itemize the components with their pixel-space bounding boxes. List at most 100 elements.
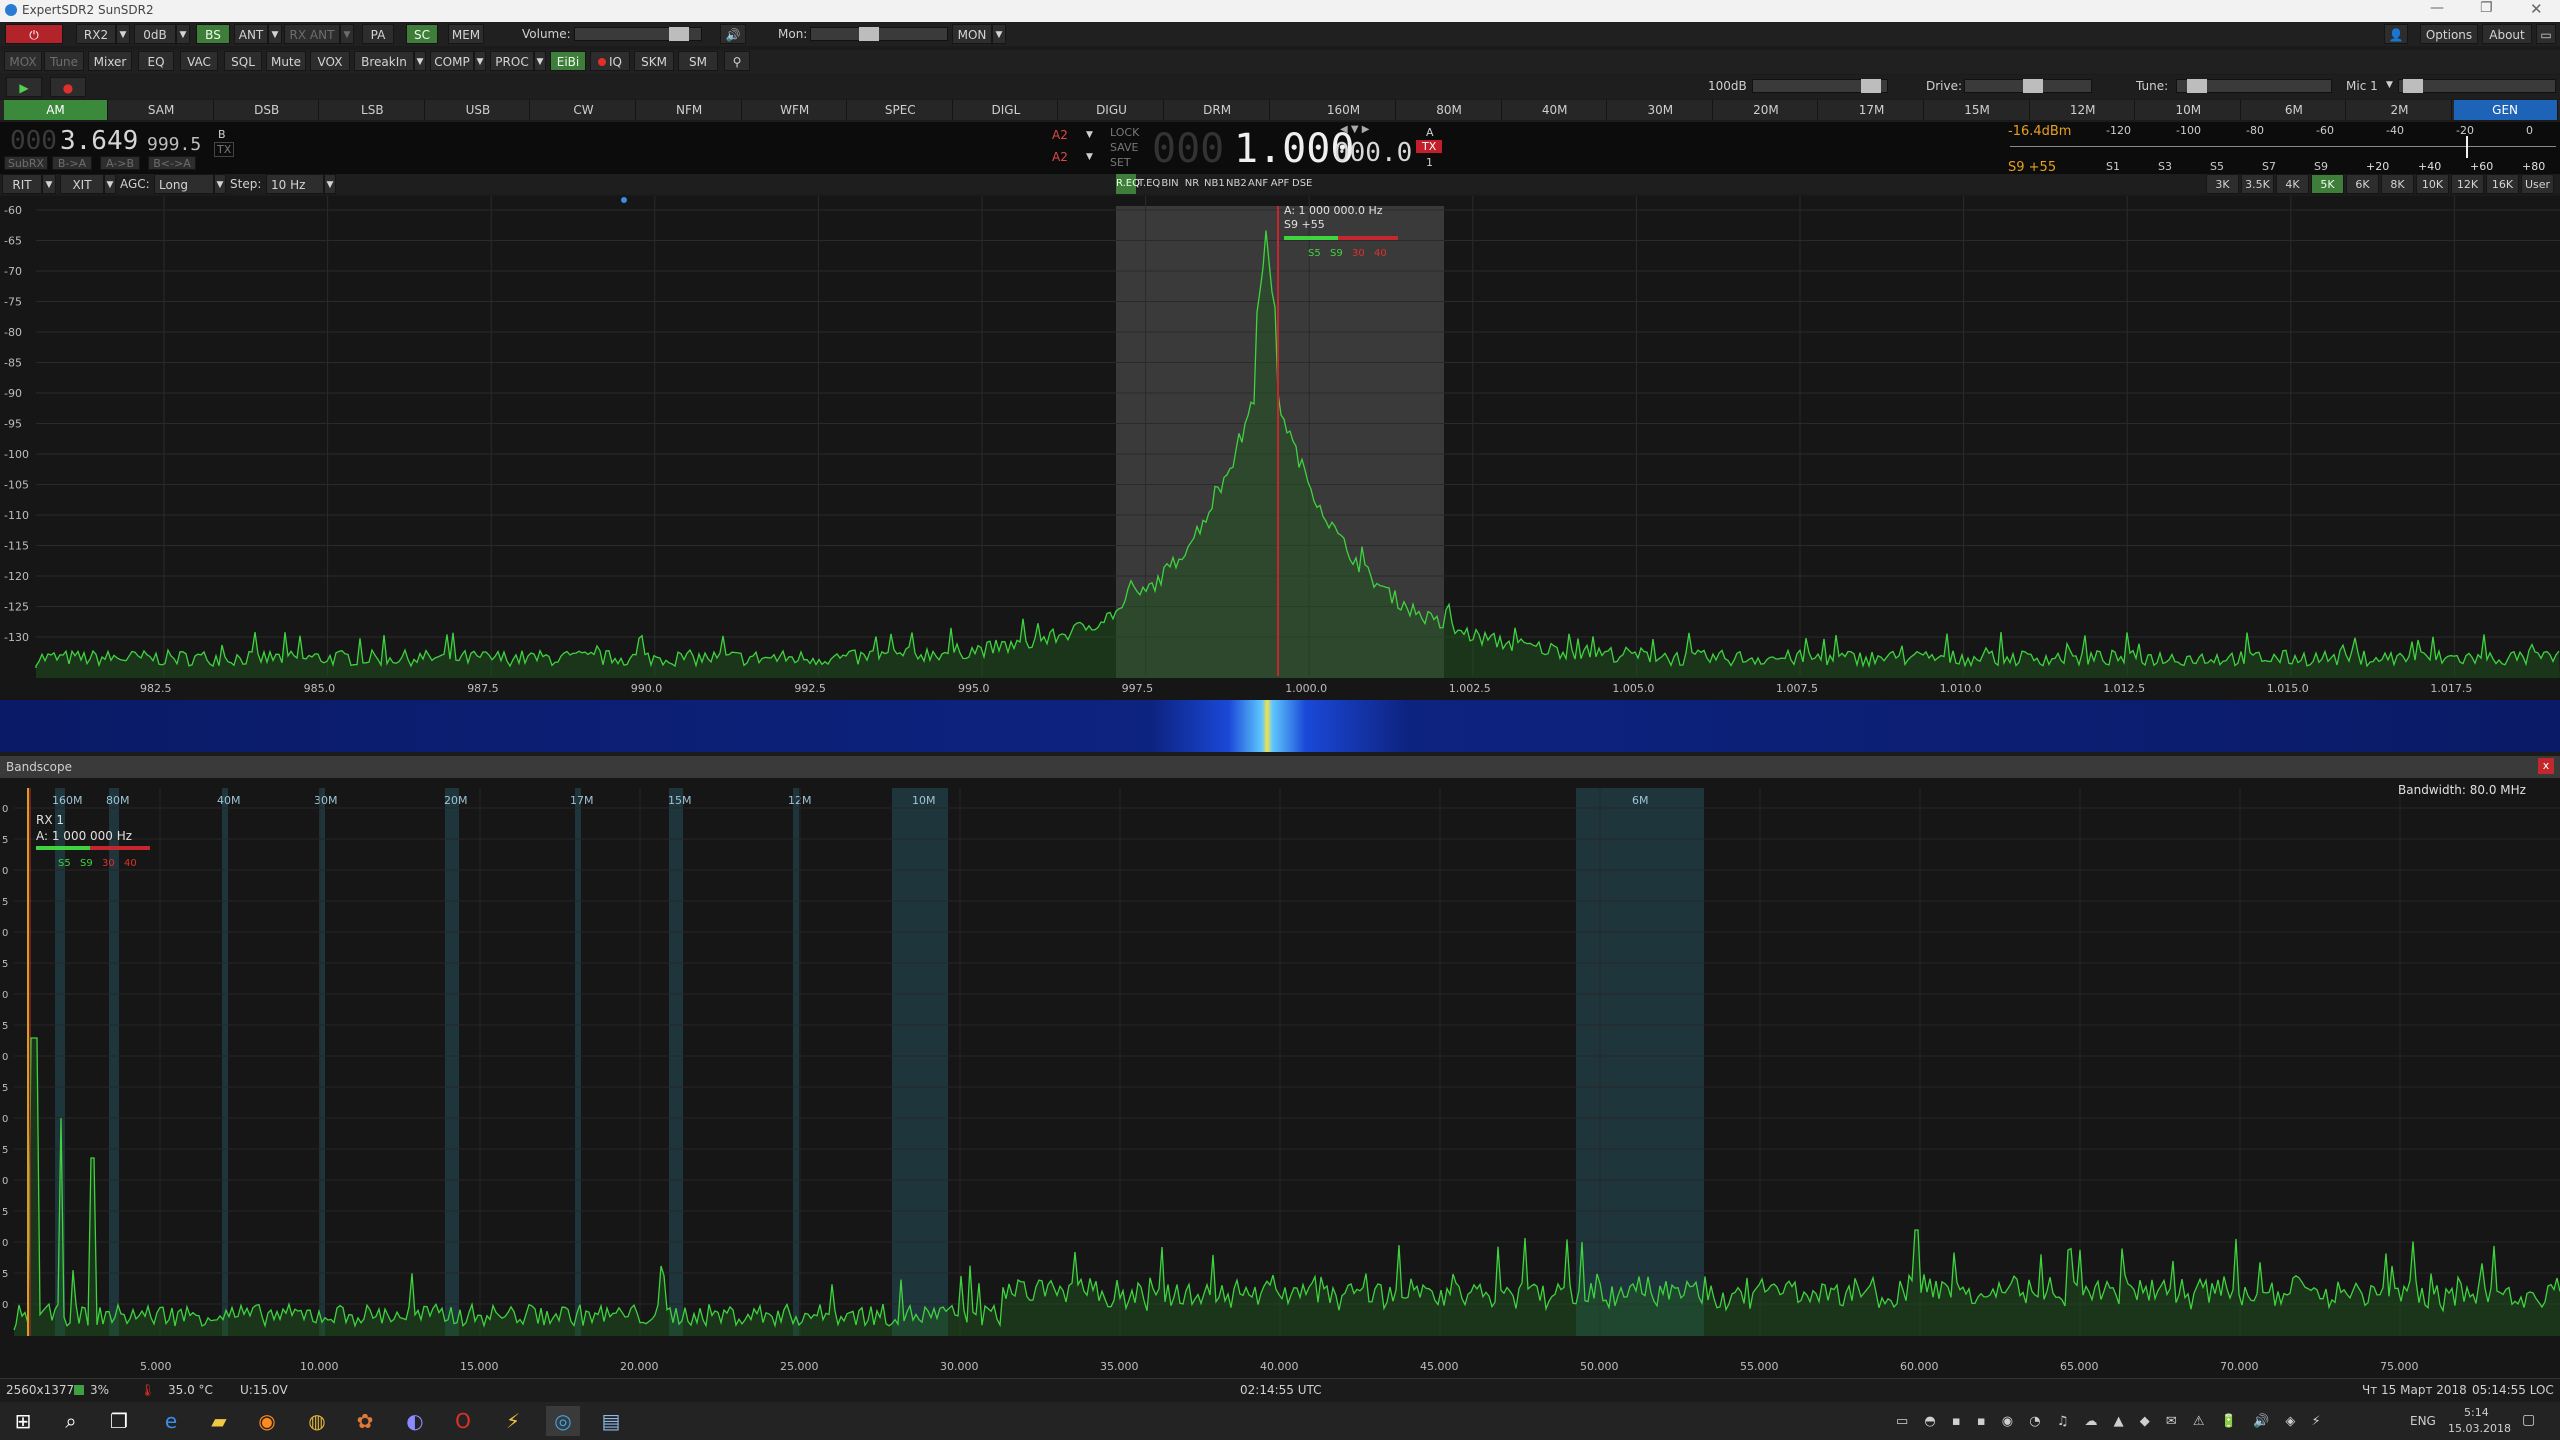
mon-button[interactable]: MON: [952, 24, 992, 44]
mem-button[interactable]: MEM: [448, 24, 484, 44]
mode-usb[interactable]: USB: [426, 100, 531, 120]
comp-button[interactable]: COMP: [430, 51, 474, 71]
filter-3-5k-button[interactable]: 3.5K: [2241, 174, 2274, 194]
att-selector[interactable]: 0dB: [134, 24, 176, 44]
filter-4k-button[interactable]: 4K: [2276, 174, 2309, 194]
rx-ant-dropdown-icon[interactable]: ▼: [340, 24, 354, 44]
chrome-icon[interactable]: ◍: [300, 1406, 334, 1436]
tune-button[interactable]: Tune: [44, 51, 84, 71]
tune-slider[interactable]: [2176, 79, 2332, 93]
rit-button[interactable]: RIT: [2, 174, 42, 194]
proc-button[interactable]: PROC: [490, 51, 534, 71]
sm-button[interactable]: SM: [678, 51, 718, 71]
mox-button[interactable]: MOX: [4, 51, 42, 71]
bs-button[interactable]: BS: [196, 24, 230, 44]
filter-8k-button[interactable]: 8K: [2381, 174, 2414, 194]
waterfall[interactable]: [0, 700, 2560, 752]
firefox-icon[interactable]: ◉: [250, 1406, 284, 1436]
band-80m[interactable]: 80M: [1397, 100, 1502, 120]
bandscope[interactable]: 160M 80M 40M 30M 20M 17M 15M 12M 10M 6M0505050505…: [0, 778, 2560, 1378]
mute-button[interactable]: Mute: [266, 51, 306, 71]
lock-button[interactable]: LOCK: [1110, 126, 1139, 139]
edge-icon[interactable]: e: [154, 1406, 188, 1436]
bandscope-close-button[interactable]: x: [2538, 758, 2554, 774]
mic-slider[interactable]: [2398, 79, 2556, 93]
vfo-b-antenna[interactable]: A2: [1052, 150, 1068, 164]
mic-label[interactable]: Mic 1: [2346, 79, 2378, 93]
band-17m[interactable]: 17M: [1820, 100, 1924, 120]
band-6m[interactable]: 6M: [2242, 100, 2347, 120]
mode-cw[interactable]: CW: [532, 100, 636, 120]
att-dropdown-icon[interactable]: ▼: [176, 24, 190, 44]
vfo-b-tx[interactable]: TX: [214, 142, 235, 157]
filter-5k-button[interactable]: 5K: [2311, 174, 2344, 194]
tray-date[interactable]: 15.03.2018: [2448, 1422, 2511, 1435]
close-window-button[interactable]: ✕: [2530, 0, 2543, 18]
expertsdr-icon[interactable]: ◎: [546, 1406, 580, 1436]
notification-icon[interactable]: ▢: [2522, 1412, 2535, 1428]
step-select[interactable]: 10 Hz: [266, 174, 324, 194]
step-dropdown-icon[interactable]: ▼: [324, 174, 336, 194]
dsp-nb1-button[interactable]: NB1: [1204, 174, 1225, 194]
vac-button[interactable]: VAC: [180, 51, 218, 71]
drive-level-slider[interactable]: [1752, 79, 1888, 93]
dsp-anf-button[interactable]: ANF: [1248, 174, 1268, 194]
swap-ab-button[interactable]: B<->A: [148, 156, 196, 170]
vfo-a-antenna[interactable]: A2: [1052, 128, 1068, 142]
xit-button[interactable]: XIT: [60, 174, 104, 194]
b-to-a-button[interactable]: B->A: [52, 156, 92, 170]
vfo-b-antenna-dropdown-icon[interactable]: ▼: [1086, 152, 1093, 162]
dsp-req-button[interactable]: R.EQ: [1116, 174, 1140, 194]
rx-dropdown-icon[interactable]: ▼: [116, 24, 130, 44]
record-button[interactable]: ●: [50, 77, 86, 97]
mode-drm[interactable]: DRM: [1165, 100, 1270, 120]
pa-button[interactable]: PA: [362, 24, 394, 44]
user-icon[interactable]: 👤: [2384, 24, 2408, 44]
mode-spec[interactable]: SPEC: [848, 100, 953, 120]
eq-button[interactable]: EQ: [138, 51, 174, 71]
options-button[interactable]: Options: [2420, 24, 2478, 44]
mode-dsb[interactable]: DSB: [215, 100, 320, 120]
xit-dropdown-icon[interactable]: ▼: [104, 174, 116, 194]
vfo-b-sub-frequency[interactable]: 999.5: [147, 134, 201, 155]
panadapter[interactable]: -60 -65 -70 -75 -80 -85 -90 -95 -100 -105 -110 -115…: [0, 196, 2560, 700]
vfo-a-tx-badge[interactable]: TX: [1416, 140, 1443, 153]
tray-language[interactable]: ENG: [2410, 1414, 2436, 1428]
mode-digu[interactable]: DIGU: [1060, 100, 1164, 120]
mic-dropdown-icon[interactable]: ▼: [2386, 80, 2393, 90]
agc-dropdown-icon[interactable]: ▼: [214, 174, 226, 194]
mode-sam[interactable]: SAM: [109, 100, 214, 120]
dsp-apf-button[interactable]: APF: [1270, 174, 1290, 194]
app-bolt-icon[interactable]: ⚡: [496, 1406, 530, 1436]
rit-dropdown-icon[interactable]: ▼: [42, 174, 56, 194]
mixer-button[interactable]: Mixer: [88, 51, 132, 71]
dsp-nr-button[interactable]: NR: [1182, 174, 1202, 194]
search-icon[interactable]: ⌕: [54, 1406, 88, 1436]
band-20m[interactable]: 20M: [1714, 100, 1819, 120]
speaker-icon[interactable]: 🔊: [720, 24, 746, 44]
maximize-button[interactable]: ❐: [2480, 0, 2493, 16]
dsp-dse-button[interactable]: DSE: [1292, 174, 1312, 194]
explorer-icon[interactable]: ▰: [202, 1406, 236, 1436]
vfo-a-antenna-dropdown-icon[interactable]: ▼: [1086, 130, 1093, 140]
volume-slider[interactable]: [574, 27, 702, 41]
agc-select[interactable]: Long: [154, 174, 214, 194]
rx-selector[interactable]: RX2: [76, 24, 116, 44]
band-10m[interactable]: 10M: [2136, 100, 2241, 120]
play-button[interactable]: ▶: [6, 77, 42, 97]
sc-button[interactable]: SC: [406, 24, 438, 44]
location-icon[interactable]: ⚲: [724, 51, 750, 71]
tray-time[interactable]: 5:14: [2464, 1406, 2489, 1419]
skm-button[interactable]: SKM: [634, 51, 674, 71]
pan-scroll-indicator[interactable]: [621, 197, 627, 203]
app-gear-icon[interactable]: ✿: [348, 1406, 382, 1436]
mode-lsb[interactable]: LSB: [320, 100, 425, 120]
ant-dropdown-icon[interactable]: ▼: [268, 24, 282, 44]
band-12m[interactable]: 12M: [2031, 100, 2136, 120]
band-2m[interactable]: 2M: [2348, 100, 2452, 120]
mode-am[interactable]: AM: [4, 100, 108, 120]
mode-wfm[interactable]: WFM: [743, 100, 848, 120]
set-button[interactable]: SET: [1110, 156, 1131, 169]
eibi-button[interactable]: EiBi: [550, 51, 586, 71]
filter-3k-button[interactable]: 3K: [2206, 174, 2239, 194]
